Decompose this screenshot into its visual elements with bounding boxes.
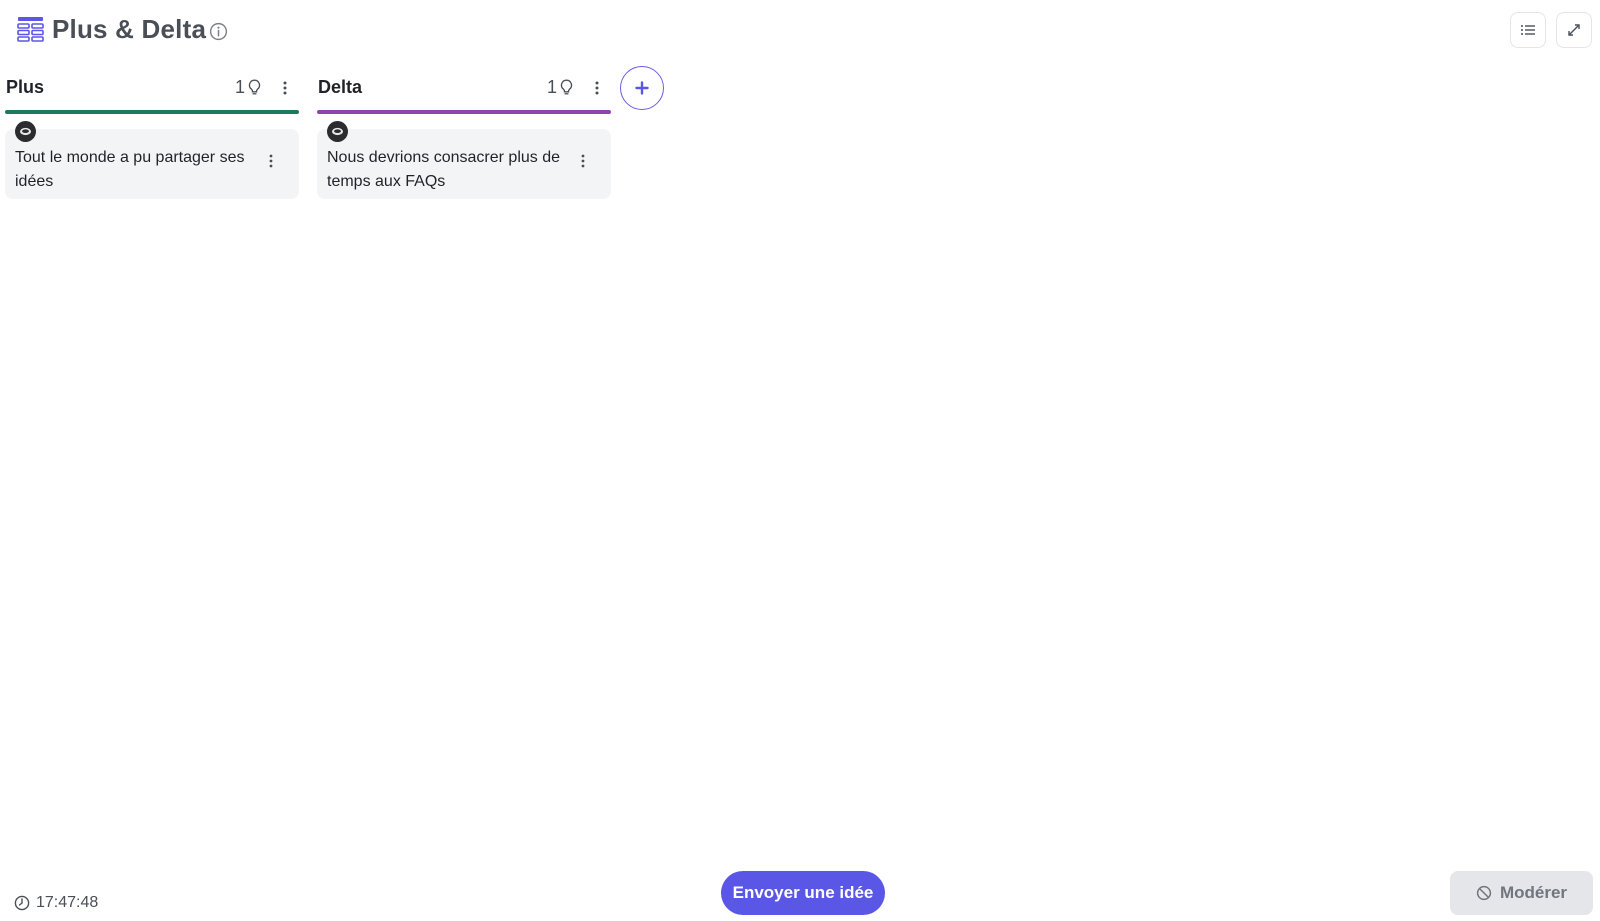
column-plus: Plus 1 Tout le monde a pu partager ses i… (5, 70, 299, 199)
idea-card[interactable]: Tout le monde a pu partager ses idées (5, 121, 299, 199)
idea-count: 1 (547, 77, 573, 98)
avatar (327, 121, 348, 142)
column-header: Delta 1 (317, 70, 611, 110)
card-menu-button[interactable] (265, 151, 277, 171)
idea-text: Nous devrions consacrer plus de temps au… (327, 149, 561, 190)
fullscreen-button[interactable] (1556, 12, 1592, 48)
expand-icon (1568, 24, 1580, 36)
board-grid-icon (17, 17, 44, 42)
column-title: Plus (6, 77, 45, 97)
idea-count-value: 1 (546, 77, 557, 97)
column-color-bar (5, 110, 299, 114)
board-title: Plus & Delta (52, 14, 207, 44)
send-idea-button[interactable]: Envoyer une idée (721, 871, 885, 915)
list-icon (1521, 25, 1535, 35)
column-color-bar (317, 110, 611, 114)
column-menu-button[interactable] (277, 78, 293, 98)
moderate-label: Modérer (1499, 883, 1568, 902)
board-header: Plus & Delta (0, 0, 1600, 62)
idea-card[interactable]: Nous devrions consacrer plus de temps au… (317, 121, 611, 199)
user-avatar-icon (20, 127, 31, 136)
avatar (15, 121, 36, 142)
add-column-button[interactable] (620, 66, 664, 110)
session-timer: 17:47:48 (14, 894, 98, 912)
timer-value: 17:47:48 (36, 894, 99, 911)
more-vertical-icon (595, 81, 599, 95)
plus-icon (635, 81, 649, 95)
block-icon (1476, 885, 1492, 901)
lightbulb-icon (560, 79, 573, 95)
list-view-button[interactable] (1510, 12, 1546, 48)
idea-count: 1 (235, 77, 261, 98)
lightbulb-icon (248, 79, 261, 95)
column-title: Delta (318, 77, 363, 97)
more-vertical-icon (283, 81, 287, 95)
clock-icon (14, 895, 30, 911)
more-vertical-icon (581, 154, 585, 168)
info-icon[interactable] (209, 22, 228, 41)
moderate-button[interactable]: Modérer (1450, 871, 1593, 915)
user-avatar-icon (332, 127, 343, 136)
more-vertical-icon (269, 154, 273, 168)
idea-count-value: 1 (234, 77, 245, 97)
column-header: Plus 1 (5, 70, 299, 110)
card-menu-button[interactable] (577, 151, 589, 171)
column-menu-button[interactable] (589, 78, 605, 98)
column-delta: Delta 1 Nous devrions consacrer plus de … (317, 70, 611, 199)
idea-text: Tout le monde a pu partager ses idées (15, 149, 245, 190)
